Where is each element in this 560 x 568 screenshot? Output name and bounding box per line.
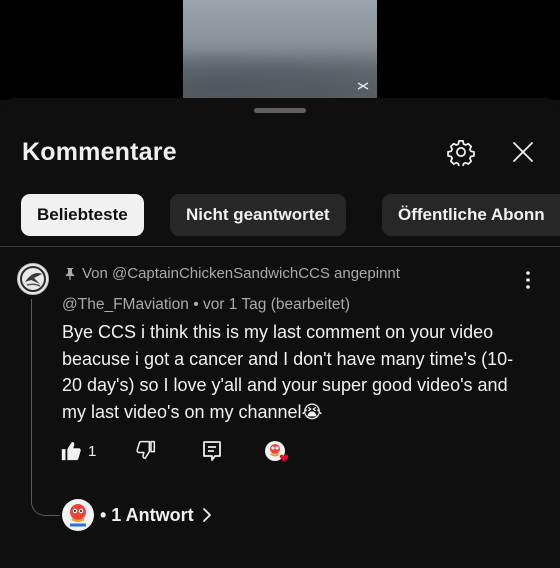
comment-time: vor 1 Tag (bearbeitet) (202, 296, 350, 313)
close-button[interactable] (506, 135, 540, 169)
drag-handle[interactable] (254, 108, 306, 113)
sheet-title: Kommentare (22, 138, 177, 166)
reply-button[interactable] (202, 440, 222, 462)
like-button[interactable]: 1 (60, 440, 96, 462)
video-player-area[interactable] (0, 0, 560, 100)
creator-heart-icon (265, 441, 289, 462)
reply-thread-line (31, 299, 60, 516)
comment-reply-icon (203, 441, 221, 461)
pinned-text: Von @CaptainChickenSandwichCCS angepinnt (82, 265, 400, 282)
reply-avatar (62, 499, 94, 531)
thumbs-up-icon (61, 441, 81, 461)
filter-chips: Beliebteste Nicht geantwortet Öffentlich… (0, 194, 560, 238)
settings-button[interactable] (444, 135, 478, 169)
comment-text: Bye CCS i think this is my last comment … (62, 322, 514, 422)
creator-heart-badge (264, 440, 292, 466)
gear-icon (447, 140, 475, 166)
meta-separator: • (193, 296, 199, 313)
avatar[interactable] (17, 263, 49, 295)
chevron-right-icon (202, 508, 211, 522)
comments-sheet: Kommentare Beliebteste Nicht geantwortet… (0, 98, 560, 568)
more-vert-icon (526, 271, 530, 289)
chip-nicht-geantwortet[interactable]: Nicht geantwortet (170, 194, 346, 236)
divider (0, 246, 560, 247)
aviation-logo-icon (20, 266, 46, 292)
chicken-mascot-icon (63, 500, 93, 530)
thumbs-down-icon (136, 440, 156, 460)
close-icon (513, 142, 533, 162)
pinned-label: Von @CaptainChickenSandwichCCS angepinnt (64, 265, 400, 282)
like-count: 1 (88, 442, 97, 460)
replies-count-label: • 1 Antwort (100, 504, 194, 525)
video-frame-landscape (183, 45, 377, 100)
chip-beliebteste[interactable]: Beliebteste (21, 194, 144, 236)
dislike-button[interactable] (136, 440, 156, 460)
pin-icon (66, 267, 74, 280)
comment-more-button[interactable] (520, 268, 536, 292)
view-replies-button[interactable]: • 1 Antwort (62, 498, 214, 532)
chip-oeffentliche-abonnenten[interactable]: Öffentliche Abonn (382, 194, 560, 236)
comment-meta: @The_FMaviation • vor 1 Tag (bearbeitet) (62, 296, 350, 314)
capcut-watermark-icon (357, 80, 369, 92)
comment-author[interactable]: @The_FMaviation (62, 296, 189, 313)
video-thumbnail[interactable] (183, 0, 377, 100)
